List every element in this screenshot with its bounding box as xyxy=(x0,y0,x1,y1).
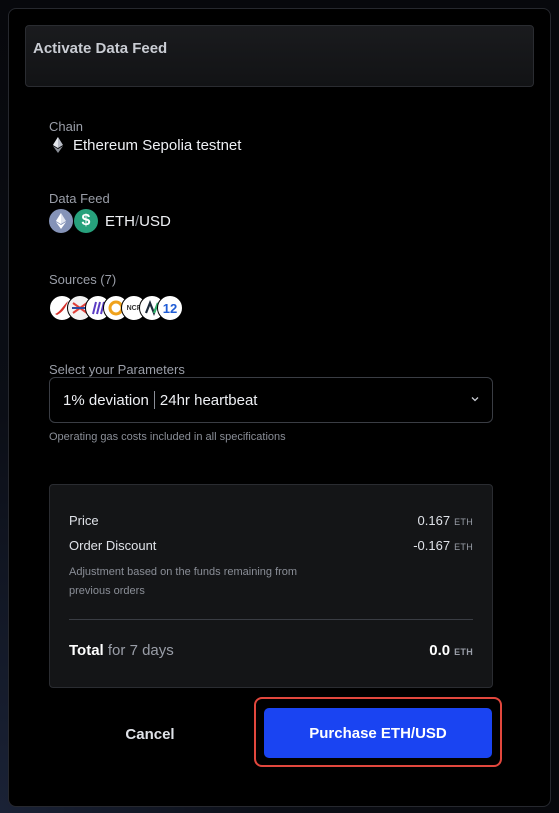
modal-title: Activate Data Feed xyxy=(33,40,168,57)
eth-coin-icon xyxy=(49,209,73,233)
usd-symbol: $ xyxy=(81,212,91,229)
total-label: Total xyxy=(69,642,104,659)
data-feed-value: $ ETH/USD xyxy=(49,209,171,233)
parameters-select[interactable]: 1% deviation 24hr heartbeat xyxy=(49,377,493,423)
chevron-down-icon[interactable] xyxy=(470,394,480,404)
chain-label: Chain xyxy=(49,119,83,134)
price-value: 0.167 xyxy=(417,513,451,528)
source-7-icon: 12 xyxy=(157,295,183,321)
order-summary: Price 0.167 ETH Order Discount -0.167 ETH … xyxy=(49,484,493,688)
discount-value-group: -0.167 ETH xyxy=(413,538,473,553)
price-unit: ETH xyxy=(454,517,473,527)
total-unit: ETH xyxy=(454,647,473,657)
summary-divider xyxy=(69,619,473,620)
parameters-label: Select your Parameters xyxy=(49,362,185,377)
heartbeat-value: 24hr heartbeat xyxy=(159,391,258,409)
purchase-button[interactable]: Purchase ETH/USD xyxy=(264,708,492,758)
usd-coin-icon: $ xyxy=(74,209,98,233)
price-label: Price xyxy=(69,513,99,528)
discount-row: Order Discount -0.167 ETH xyxy=(69,538,473,553)
sources-label: Sources (7) xyxy=(49,272,117,287)
price-value-group: 0.167 ETH xyxy=(418,513,473,528)
gas-cost-hint: Operating gas costs included in all spec… xyxy=(49,431,286,443)
discount-note: Adjustment based on the funds remaining … xyxy=(69,566,298,597)
feed-quote: USD xyxy=(139,212,171,230)
discount-unit: ETH xyxy=(454,542,473,552)
chain-value: Ethereum Sepolia testnet xyxy=(53,136,241,154)
total-label-group: Total for 7 days xyxy=(69,642,174,659)
source-7-text: 12 xyxy=(162,300,178,316)
total-row: Total for 7 days 0.0 ETH xyxy=(69,642,473,659)
chain-name: Ethereum Sepolia testnet xyxy=(73,136,242,154)
sources-avatar-stack: NCP 12 xyxy=(49,295,183,321)
discount-value: -0.167 xyxy=(413,538,451,553)
total-period: for 7 days xyxy=(107,642,174,659)
total-value: 0.0 xyxy=(429,642,451,659)
price-row: Price 0.167 ETH xyxy=(69,513,473,528)
data-feed-pair: ETH/USD xyxy=(105,213,171,230)
parameter-divider xyxy=(153,391,155,409)
data-feed-label: Data Feed xyxy=(49,191,110,206)
ethereum-icon xyxy=(53,137,63,153)
feed-base: ETH xyxy=(105,212,135,230)
discount-label: Order Discount xyxy=(69,538,157,553)
cancel-button[interactable]: Cancel xyxy=(100,721,200,747)
total-value-group: 0.0 ETH xyxy=(429,642,473,659)
deviation-value: 1% deviation xyxy=(63,391,149,409)
